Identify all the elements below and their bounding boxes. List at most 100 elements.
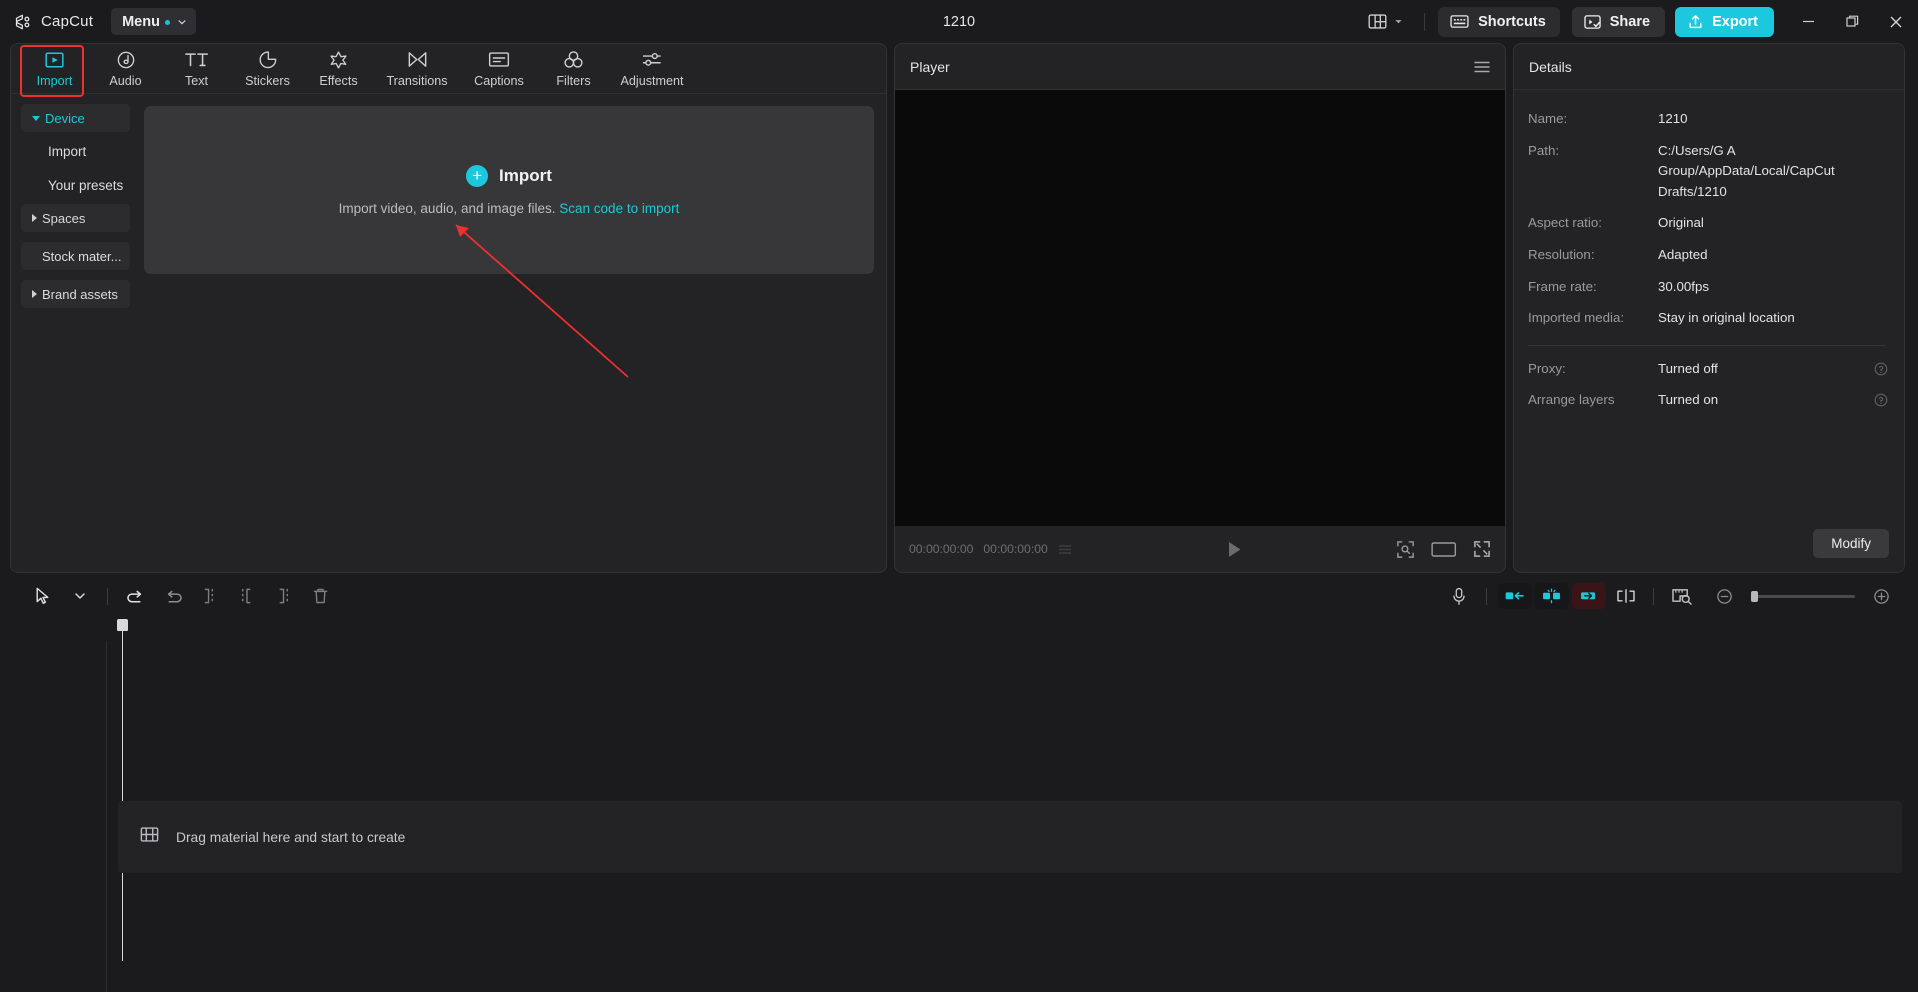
auto-cut-in-button[interactable] bbox=[1496, 581, 1533, 611]
sidebar-group-device[interactable]: Device bbox=[21, 104, 130, 132]
shortcuts-button[interactable]: Shortcuts bbox=[1438, 7, 1560, 37]
details-row-resolution: Resolution: Adapted bbox=[1528, 240, 1888, 272]
timeline-toolbar bbox=[10, 573, 1908, 619]
menu-label: Menu bbox=[122, 14, 160, 30]
crop-tool-button[interactable] bbox=[1396, 540, 1415, 559]
details-value: 1210 bbox=[1658, 109, 1888, 130]
import-dropzone[interactable]: + Import Import video, audio, and image … bbox=[144, 106, 874, 274]
auto-cut-both-chip[interactable] bbox=[1535, 583, 1569, 609]
details-key: Aspect ratio: bbox=[1528, 213, 1658, 234]
help-icon[interactable] bbox=[1874, 362, 1888, 376]
trash-icon bbox=[312, 587, 329, 605]
close-icon bbox=[1889, 15, 1903, 29]
minimize-button[interactable] bbox=[1786, 0, 1830, 43]
rectangle-icon bbox=[1431, 541, 1457, 558]
maximize-button[interactable] bbox=[1830, 0, 1874, 43]
capcut-window: CapCut Menu 1210 bbox=[0, 0, 1918, 992]
trim-left-icon bbox=[201, 587, 218, 605]
zoom-thumb[interactable] bbox=[1751, 591, 1758, 602]
details-value: Original bbox=[1658, 213, 1888, 234]
redo-button[interactable] bbox=[154, 581, 191, 611]
nav-item-transitions[interactable]: Transitions bbox=[374, 44, 460, 93]
details-title: Details bbox=[1529, 59, 1572, 75]
clip-arrow-in-icon bbox=[1504, 589, 1525, 603]
triangle-right-icon bbox=[32, 290, 37, 298]
details-header: Details bbox=[1514, 44, 1904, 90]
sidebar-item-stock-material[interactable]: Stock mater... bbox=[21, 242, 130, 270]
nav-label: Audio bbox=[109, 74, 141, 88]
share-label: Share bbox=[1610, 14, 1650, 30]
timeline-tracks[interactable]: Drag material here and start to create bbox=[10, 641, 1908, 992]
undo-button[interactable] bbox=[117, 581, 154, 611]
fullscreen-button[interactable] bbox=[1473, 540, 1491, 558]
brand: CapCut bbox=[14, 12, 93, 32]
timeline-drop-target[interactable]: Drag material here and start to create bbox=[118, 801, 1902, 873]
nav-item-import[interactable]: Import bbox=[19, 44, 90, 93]
record-voiceover-button[interactable] bbox=[1440, 581, 1477, 611]
details-key: Resolution: bbox=[1528, 245, 1658, 266]
title-bar: CapCut Menu 1210 bbox=[0, 0, 1918, 43]
ruler-search-icon bbox=[1671, 587, 1693, 605]
share-icon bbox=[1584, 14, 1602, 30]
toolbar-divider bbox=[1486, 588, 1487, 605]
zoom-track[interactable] bbox=[1751, 595, 1855, 598]
sidebar-item-import[interactable]: Import bbox=[21, 136, 130, 166]
nav-item-audio[interactable]: Audio bbox=[90, 44, 161, 93]
sidebar-item-your-presets[interactable]: Your presets bbox=[21, 170, 130, 200]
player-controls: 00:00:00:00 00:00:00:00 bbox=[895, 526, 1505, 572]
layout-switcher-button[interactable] bbox=[1360, 8, 1411, 35]
timeline-settings-button[interactable] bbox=[1663, 581, 1700, 611]
select-tool-dropdown[interactable] bbox=[61, 581, 98, 611]
sidebar-group-brand-assets[interactable]: Brand assets bbox=[21, 280, 130, 308]
delete-button[interactable] bbox=[302, 581, 339, 611]
zoom-in-button[interactable] bbox=[1863, 581, 1900, 611]
player-stage[interactable] bbox=[895, 90, 1505, 526]
auto-cut-both-button[interactable] bbox=[1533, 581, 1570, 611]
details-key: Proxy: bbox=[1528, 359, 1658, 380]
auto-cut-out-button[interactable] bbox=[1570, 581, 1607, 611]
player-menu-button[interactable] bbox=[1473, 60, 1491, 74]
playhead-handle[interactable] bbox=[117, 619, 128, 631]
split-button[interactable] bbox=[228, 581, 265, 611]
share-button[interactable]: Share bbox=[1572, 7, 1665, 37]
toolbar-divider bbox=[1653, 588, 1654, 605]
select-tool-button[interactable] bbox=[24, 581, 61, 611]
timeline-zoom-slider[interactable] bbox=[1706, 581, 1900, 611]
zoom-out-icon bbox=[1716, 588, 1733, 605]
nav-item-captions[interactable]: Captions bbox=[460, 44, 538, 93]
import-hint-text: Import video, audio, and image files. bbox=[339, 201, 556, 216]
import-cta[interactable]: + Import bbox=[466, 165, 552, 187]
nav-item-adjustment[interactable]: Adjustment bbox=[609, 44, 695, 93]
toolbar-divider bbox=[107, 588, 108, 605]
timeline-ruler[interactable] bbox=[10, 619, 1908, 641]
play-button[interactable] bbox=[1226, 540, 1243, 559]
split-left-button[interactable] bbox=[191, 581, 228, 611]
details-key: Path: bbox=[1528, 141, 1658, 162]
auto-cut-in-chip[interactable] bbox=[1498, 583, 1532, 609]
zoom-out-button[interactable] bbox=[1706, 581, 1743, 611]
nav-item-stickers[interactable]: Stickers bbox=[232, 44, 303, 93]
player-panel: Player 00:00:00:00 00:00:00:00 bbox=[894, 43, 1506, 573]
details-row-arrange-layers: Arrange layers Turned on bbox=[1528, 385, 1888, 417]
nav-item-text[interactable]: Text bbox=[161, 44, 232, 93]
close-button[interactable] bbox=[1874, 0, 1918, 43]
timecode-options-button[interactable] bbox=[1058, 543, 1073, 555]
modify-button[interactable]: Modify bbox=[1813, 529, 1889, 558]
help-icon[interactable] bbox=[1874, 393, 1888, 407]
auto-cut-out-chip[interactable] bbox=[1572, 583, 1606, 609]
split-right-button[interactable] bbox=[265, 581, 302, 611]
menu-badge-dot bbox=[165, 20, 170, 25]
sidebar-group-spaces[interactable]: Spaces bbox=[21, 204, 130, 232]
scan-code-link[interactable]: Scan code to import bbox=[559, 201, 679, 216]
export-button[interactable]: Export bbox=[1675, 7, 1774, 37]
transport-controls bbox=[1083, 540, 1386, 559]
aspect-ratio-button[interactable] bbox=[1431, 541, 1457, 558]
details-value: C:/Users/G A Group/AppData/Local/CapCut … bbox=[1658, 141, 1888, 203]
nav-item-filters[interactable]: Filters bbox=[538, 44, 609, 93]
menu-button[interactable]: Menu bbox=[111, 8, 196, 35]
nav-item-effects[interactable]: Effects bbox=[303, 44, 374, 93]
split-clip-button[interactable] bbox=[1607, 581, 1644, 611]
timeline-track-headers bbox=[10, 641, 118, 992]
fullscreen-icon bbox=[1473, 540, 1491, 558]
nav-label: Transitions bbox=[386, 74, 447, 88]
